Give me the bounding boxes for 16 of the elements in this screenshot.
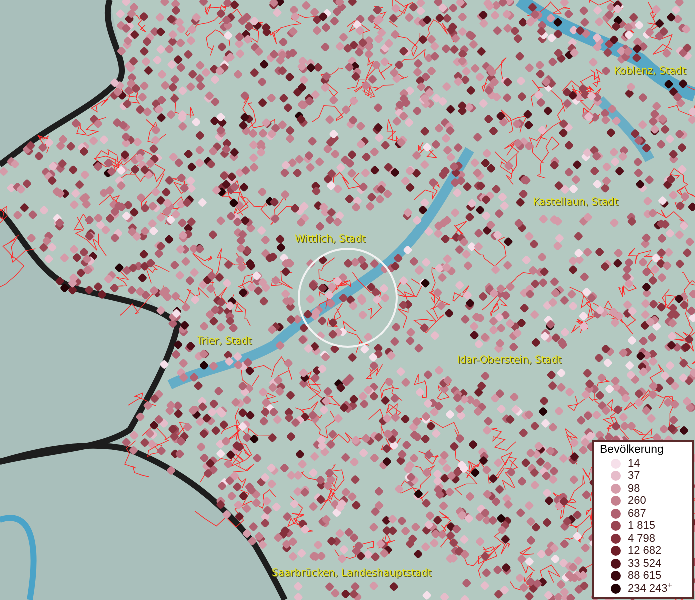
legend-value: 12 682 — [628, 545, 662, 558]
legend-value: 33 524 — [628, 558, 662, 570]
legend-value: 260 — [628, 495, 646, 508]
city-label: Kastellaun, Stadt — [533, 197, 618, 209]
city-label: Idar-Oberstein, Stadt — [457, 355, 562, 367]
legend-value: 234 243$^{+}$ — [628, 582, 672, 595]
legend-value: 98 — [628, 482, 640, 495]
legend-value: 14 — [628, 458, 640, 470]
legend-value: 37 — [628, 470, 640, 482]
legend-value: 88 615 — [628, 570, 662, 582]
city-label: Trier, Stadt — [197, 336, 252, 348]
legend-title: Bevölkerung — [600, 442, 665, 456]
city-label: Wittlich, Stadt — [295, 234, 366, 246]
legend-value: 1 815 — [628, 520, 656, 532]
legend-value: 687 — [628, 508, 646, 520]
legend-value: 4 798 — [628, 532, 656, 545]
